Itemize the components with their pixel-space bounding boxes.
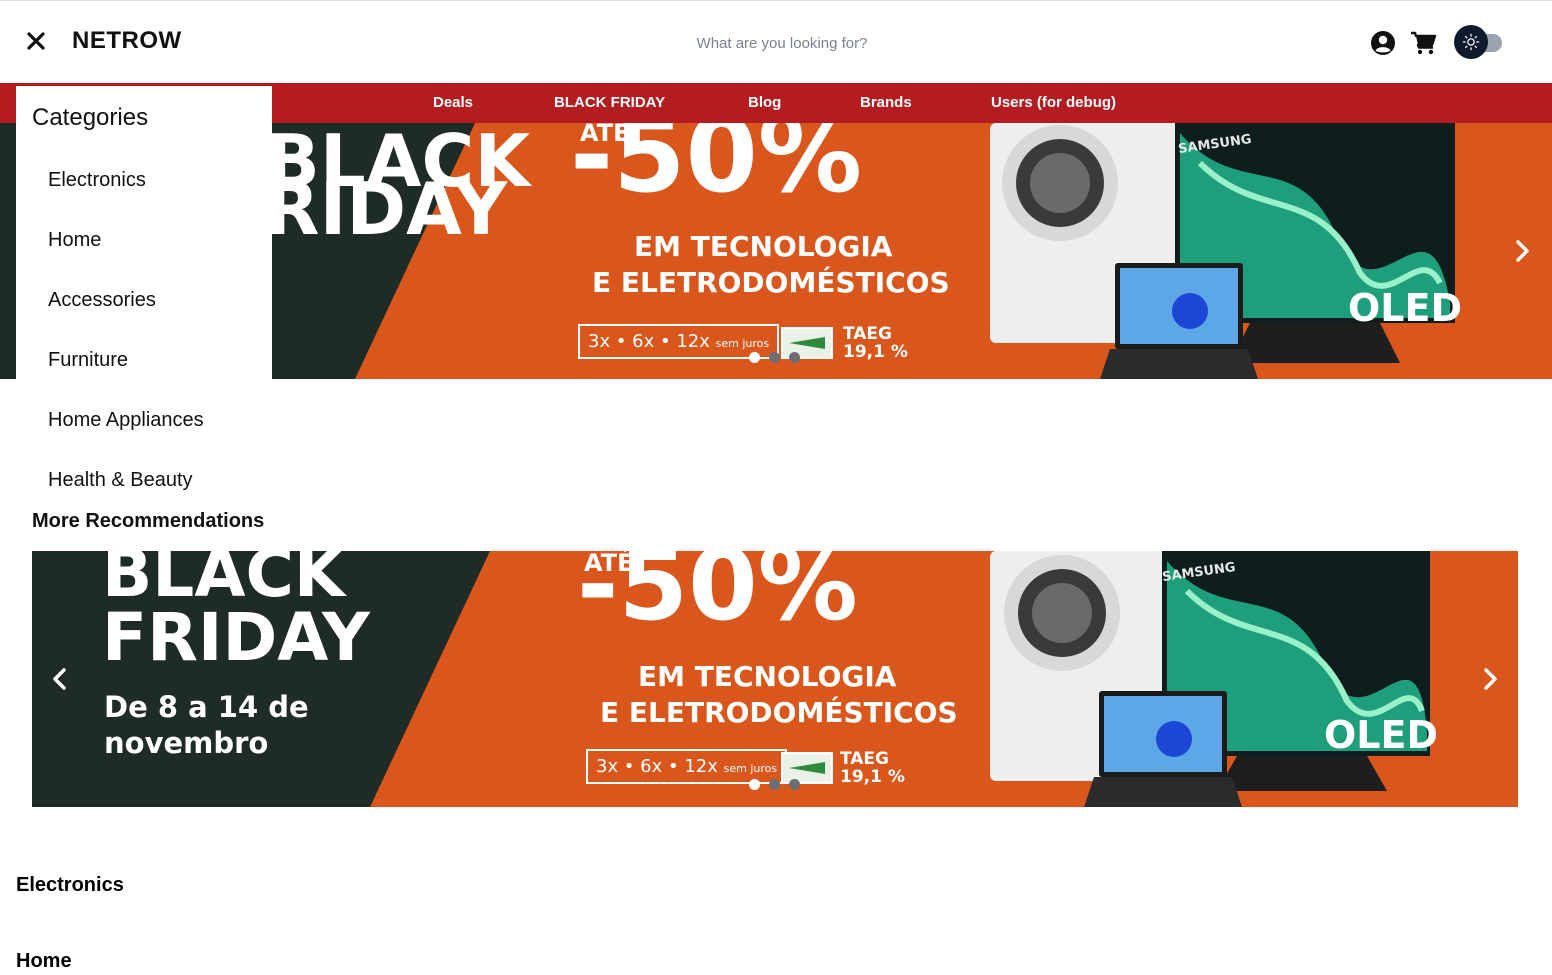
section-heading-recommendations: More Recommendations bbox=[32, 510, 265, 532]
banner-dates-2: novembro bbox=[104, 726, 269, 760]
carousel-dot-1[interactable] bbox=[749, 352, 760, 363]
taeg: TAEG 19,1 % bbox=[840, 750, 905, 787]
search-input[interactable] bbox=[582, 25, 982, 61]
banner-line-2: E ELETRODOMÉSTICOS bbox=[600, 696, 958, 729]
installments-text: 3x • 6x • 12x bbox=[596, 756, 718, 777]
close-icon[interactable] bbox=[24, 29, 50, 55]
carousel-dots bbox=[749, 779, 800, 790]
banner-discount: -50% bbox=[570, 123, 863, 216]
tv-label: OLED bbox=[1324, 713, 1439, 757]
nav-brands[interactable]: Brands bbox=[860, 94, 912, 111]
nav-deals[interactable]: Deals bbox=[433, 94, 473, 111]
installments-text: 3x • 6x • 12x bbox=[588, 331, 710, 352]
banner-line-2: E ELETRODOMÉSTICOS bbox=[592, 266, 950, 299]
header: NETROW bbox=[0, 0, 1552, 83]
section-title-home: Home bbox=[16, 950, 72, 972]
user-icon[interactable] bbox=[1370, 30, 1396, 56]
carousel-dots bbox=[749, 352, 800, 363]
section-title-electronics: Electronics bbox=[16, 874, 124, 896]
category-home-appliances[interactable]: Home Appliances bbox=[48, 409, 204, 432]
banner-dates-1: De 8 a 14 de bbox=[104, 690, 309, 724]
banner-line-1: EM TECNOLOGIA bbox=[634, 230, 893, 263]
category-health-beauty[interactable]: Health & Beauty bbox=[48, 469, 193, 492]
category-home[interactable]: Home bbox=[48, 229, 101, 252]
tv-label: OLED bbox=[1348, 286, 1463, 330]
chevron-left-icon[interactable] bbox=[46, 665, 74, 693]
carousel-dot-3[interactable] bbox=[789, 352, 800, 363]
sun-icon bbox=[1454, 25, 1488, 59]
recommendations-carousel: BLACK FRIDAY De 8 a 14 de novembro ATÉ -… bbox=[32, 551, 1518, 807]
carousel-dot-3[interactable] bbox=[789, 779, 800, 790]
carousel-dot-2[interactable] bbox=[769, 779, 780, 790]
category-furniture[interactable]: Furniture bbox=[48, 349, 128, 372]
nav-blog[interactable]: Blog bbox=[748, 94, 781, 111]
cart-icon[interactable] bbox=[1410, 31, 1437, 55]
taeg-value: 19,1 % bbox=[843, 341, 908, 362]
nav-black-friday[interactable]: BLACK FRIDAY bbox=[554, 94, 665, 111]
banner-discount: -50% bbox=[577, 551, 858, 643]
chevron-right-icon[interactable] bbox=[1476, 665, 1504, 693]
brand-logo[interactable]: NETROW bbox=[72, 27, 182, 55]
carousel-dot-1[interactable] bbox=[749, 779, 760, 790]
category-accessories[interactable]: Accessories bbox=[48, 289, 156, 312]
theme-toggle[interactable] bbox=[1454, 25, 1504, 61]
carousel-dot-2[interactable] bbox=[769, 352, 780, 363]
taeg: TAEG 19,1 % bbox=[843, 325, 908, 362]
banner-line-1: EM TECNOLOGIA bbox=[638, 660, 897, 693]
installments-suffix: sem juros bbox=[723, 762, 778, 775]
categories-title: Categories bbox=[32, 104, 149, 131]
nav-users-debug[interactable]: Users (for debug) bbox=[991, 94, 1116, 111]
banner-headline-2: FRIDAY bbox=[102, 599, 370, 676]
taeg-value: 19,1 % bbox=[840, 766, 905, 787]
chevron-right-icon[interactable] bbox=[1508, 237, 1536, 265]
category-electronics[interactable]: Electronics bbox=[48, 169, 146, 192]
installments-suffix: sem juros bbox=[715, 337, 770, 350]
